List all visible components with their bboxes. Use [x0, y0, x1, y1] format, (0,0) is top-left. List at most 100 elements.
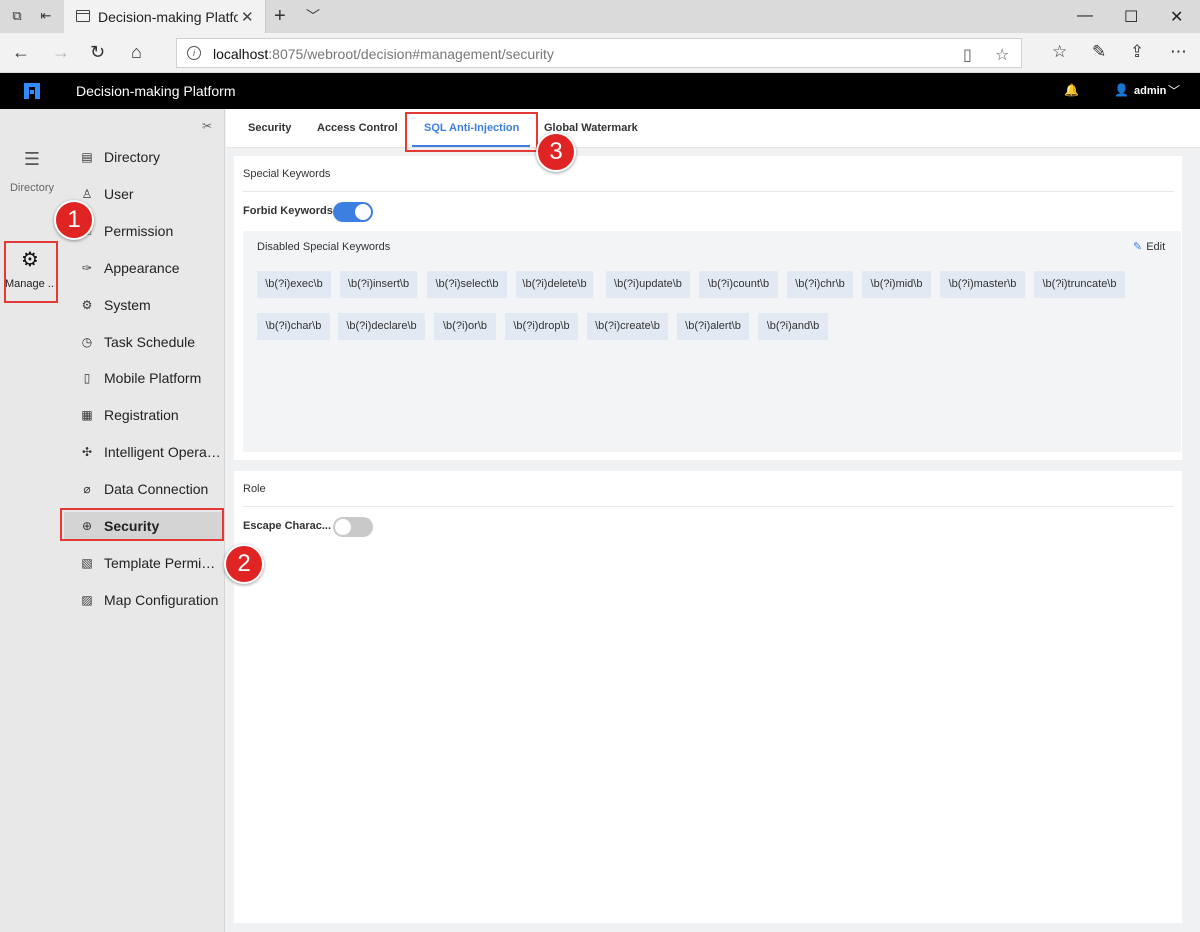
address-input[interactable]: i localhost:8075/webroot/decision#manage…: [176, 38, 1022, 68]
mobile-icon: ▯: [83, 371, 91, 386]
menu-item-label: Intelligent Operations: [104, 444, 222, 461]
menu-item-mobile-platform[interactable]: ▯ Mobile Platform: [64, 364, 224, 392]
forward-icon[interactable]: →: [52, 42, 70, 63]
menu-item-label: Registration: [104, 407, 179, 424]
keyword-chip: \b(?i)drop\b: [505, 313, 578, 340]
browser-tab-title: Decision-making Platfor: [98, 9, 238, 25]
share-icon[interactable]: ⇪: [1130, 42, 1144, 62]
template-icon: ▧: [81, 555, 93, 570]
menu-item-user[interactable]: ♙ User: [64, 180, 224, 208]
left-rail: ☰ Directory ⚙ Manage ...: [0, 109, 64, 932]
keyword-chip: \b(?i)insert\b: [340, 271, 417, 298]
pin-icon[interactable]: ✂: [202, 119, 212, 133]
gear-icon: ⚙: [81, 297, 93, 312]
refresh-icon[interactable]: ↻: [90, 42, 105, 63]
menu-item-directory[interactable]: ▤ Directory: [64, 143, 224, 171]
new-tab-icon[interactable]: +: [274, 5, 286, 28]
favorites-icon[interactable]: ☆: [1052, 42, 1067, 62]
menu-item-intelligent-operations[interactable]: ✣ Intelligent Operations: [64, 438, 224, 466]
keyword-chip: \b(?i)delete\b: [516, 271, 593, 298]
keyword-chip: \b(?i)or\b: [434, 313, 496, 340]
main-content: Security Access Control SQL Anti-Injecti…: [226, 109, 1200, 932]
chevron-down-icon[interactable]: ﹀: [1168, 82, 1180, 99]
role-title: Role: [243, 483, 266, 495]
browser-tab[interactable]: Decision-making Platfor ✕: [64, 0, 266, 33]
paperclip-icon: ⌀: [83, 482, 91, 497]
timer-icon: ◷: [81, 334, 93, 349]
menu-item-map-configuration[interactable]: ▨ Map Configuration: [64, 586, 224, 614]
forbid-keywords-toggle[interactable]: [333, 202, 373, 222]
reading-view-icon[interactable]: ▯: [963, 45, 972, 65]
set-aside-tabs-icon[interactable]: ⇤: [38, 8, 54, 24]
keyword-chip: \b(?i)truncate\b: [1034, 271, 1125, 298]
menu-item-label: User: [104, 185, 134, 202]
minimize-icon[interactable]: —: [1077, 7, 1093, 25]
keyword-chip: \b(?i)update\b: [606, 271, 690, 298]
close-window-icon[interactable]: ✕: [1170, 7, 1183, 27]
page-icon: [76, 10, 90, 22]
annotation-badge-2: 2: [224, 544, 264, 584]
tab-access-control[interactable]: Access Control: [317, 122, 398, 134]
menu-item-label: Task Schedule: [104, 333, 196, 350]
app-header: Decision-making Platform 🔔 👤 admin ﹀: [0, 73, 1200, 109]
more-icon[interactable]: ⋯: [1170, 42, 1187, 62]
keyword-chip: \b(?i)declare\b: [338, 313, 425, 340]
keyword-chip: \b(?i)and\b: [758, 313, 828, 340]
directory-icon: ▤: [81, 150, 93, 164]
chevron-down-icon[interactable]: ﹀: [306, 6, 320, 26]
menu-item-registration[interactable]: ▦ Registration: [64, 401, 224, 429]
appearance-icon: ✑: [81, 260, 93, 275]
menu-item-data-connection[interactable]: ⌀ Data Connection: [64, 475, 224, 503]
bell-icon[interactable]: 🔔: [1064, 83, 1079, 97]
menu-item-label: System: [104, 296, 151, 313]
keyword-chip: \b(?i)select\b: [427, 271, 507, 298]
special-keywords-title: Special Keywords: [243, 168, 331, 180]
maximize-icon[interactable]: ☐: [1124, 7, 1138, 27]
menu-item-template-permission[interactable]: ▧ Template Permission: [64, 549, 224, 577]
menu-item-label: Mobile Platform: [104, 370, 202, 387]
keyword-chip: \b(?i)create\b: [587, 313, 668, 340]
keyword-chip: \b(?i)count\b: [699, 271, 778, 298]
divider: [243, 191, 1174, 192]
user-icon: ♙: [81, 186, 93, 201]
tab-security[interactable]: Security: [248, 122, 291, 134]
home-icon[interactable]: ⌂: [131, 42, 142, 63]
annotation-box-security: [60, 508, 224, 541]
keyword-chip: \b(?i)char\b: [257, 313, 330, 340]
back-icon[interactable]: ←: [12, 42, 30, 63]
edit-button[interactable]: ✎ Edit: [1133, 240, 1165, 253]
menu-item-system[interactable]: ⚙ System: [64, 291, 224, 319]
tab-actions-icon[interactable]: ⧉: [9, 8, 25, 24]
favorite-star-icon[interactable]: ☆: [995, 45, 1009, 65]
annotation-badge-3: 3: [536, 132, 576, 172]
divider: [243, 506, 1174, 507]
menu-item-appearance[interactable]: ✑ Appearance: [64, 254, 224, 282]
menu-item-label: Appearance: [104, 259, 180, 276]
pencil-icon: ✎: [1133, 241, 1143, 253]
keyword-chip: \b(?i)mid\b: [862, 271, 931, 298]
info-icon[interactable]: i: [187, 46, 201, 60]
user-name[interactable]: admin: [1134, 85, 1166, 97]
special-keywords-card: Special Keywords Forbid Keywords Disable…: [234, 156, 1182, 460]
security-subtabs: Security Access Control SQL Anti-Injecti…: [226, 109, 1200, 148]
keyword-chip: \b(?i)exec\b: [257, 271, 331, 298]
annotation-badge-1: 1: [54, 200, 94, 240]
menu-item-label: Permission: [104, 222, 174, 239]
pen-icon[interactable]: ✎: [1092, 42, 1106, 62]
browser-tab-strip: ⧉ ⇤ Decision-making Platfor ✕ + ﹀ — ☐ ✕: [0, 0, 1200, 33]
close-tab-icon[interactable]: ✕: [241, 8, 254, 26]
rail-directory[interactable]: ☰ Directory: [0, 149, 64, 194]
address-toolbar: ← → ↻ ⌂ i localhost:8075/webroot/decisio…: [0, 33, 1200, 73]
map-icon: ▨: [81, 592, 93, 607]
annotation-box-manage: [4, 241, 58, 303]
disabled-keywords-title: Disabled Special Keywords: [257, 241, 391, 253]
menu-item-label: Template Permission: [104, 554, 222, 571]
network-icon: ✣: [81, 445, 93, 460]
escape-characters-toggle[interactable]: [333, 517, 373, 537]
keyword-chip: \b(?i)master\b: [940, 271, 1025, 298]
escape-characters-label: Escape Charac...: [243, 520, 332, 532]
menu-item-task-schedule[interactable]: ◷ Task Schedule: [64, 328, 224, 356]
user-avatar-icon[interactable]: 👤: [1114, 83, 1129, 97]
forbid-keywords-label: Forbid Keywords: [243, 205, 333, 217]
registration-icon: ▦: [81, 408, 93, 423]
